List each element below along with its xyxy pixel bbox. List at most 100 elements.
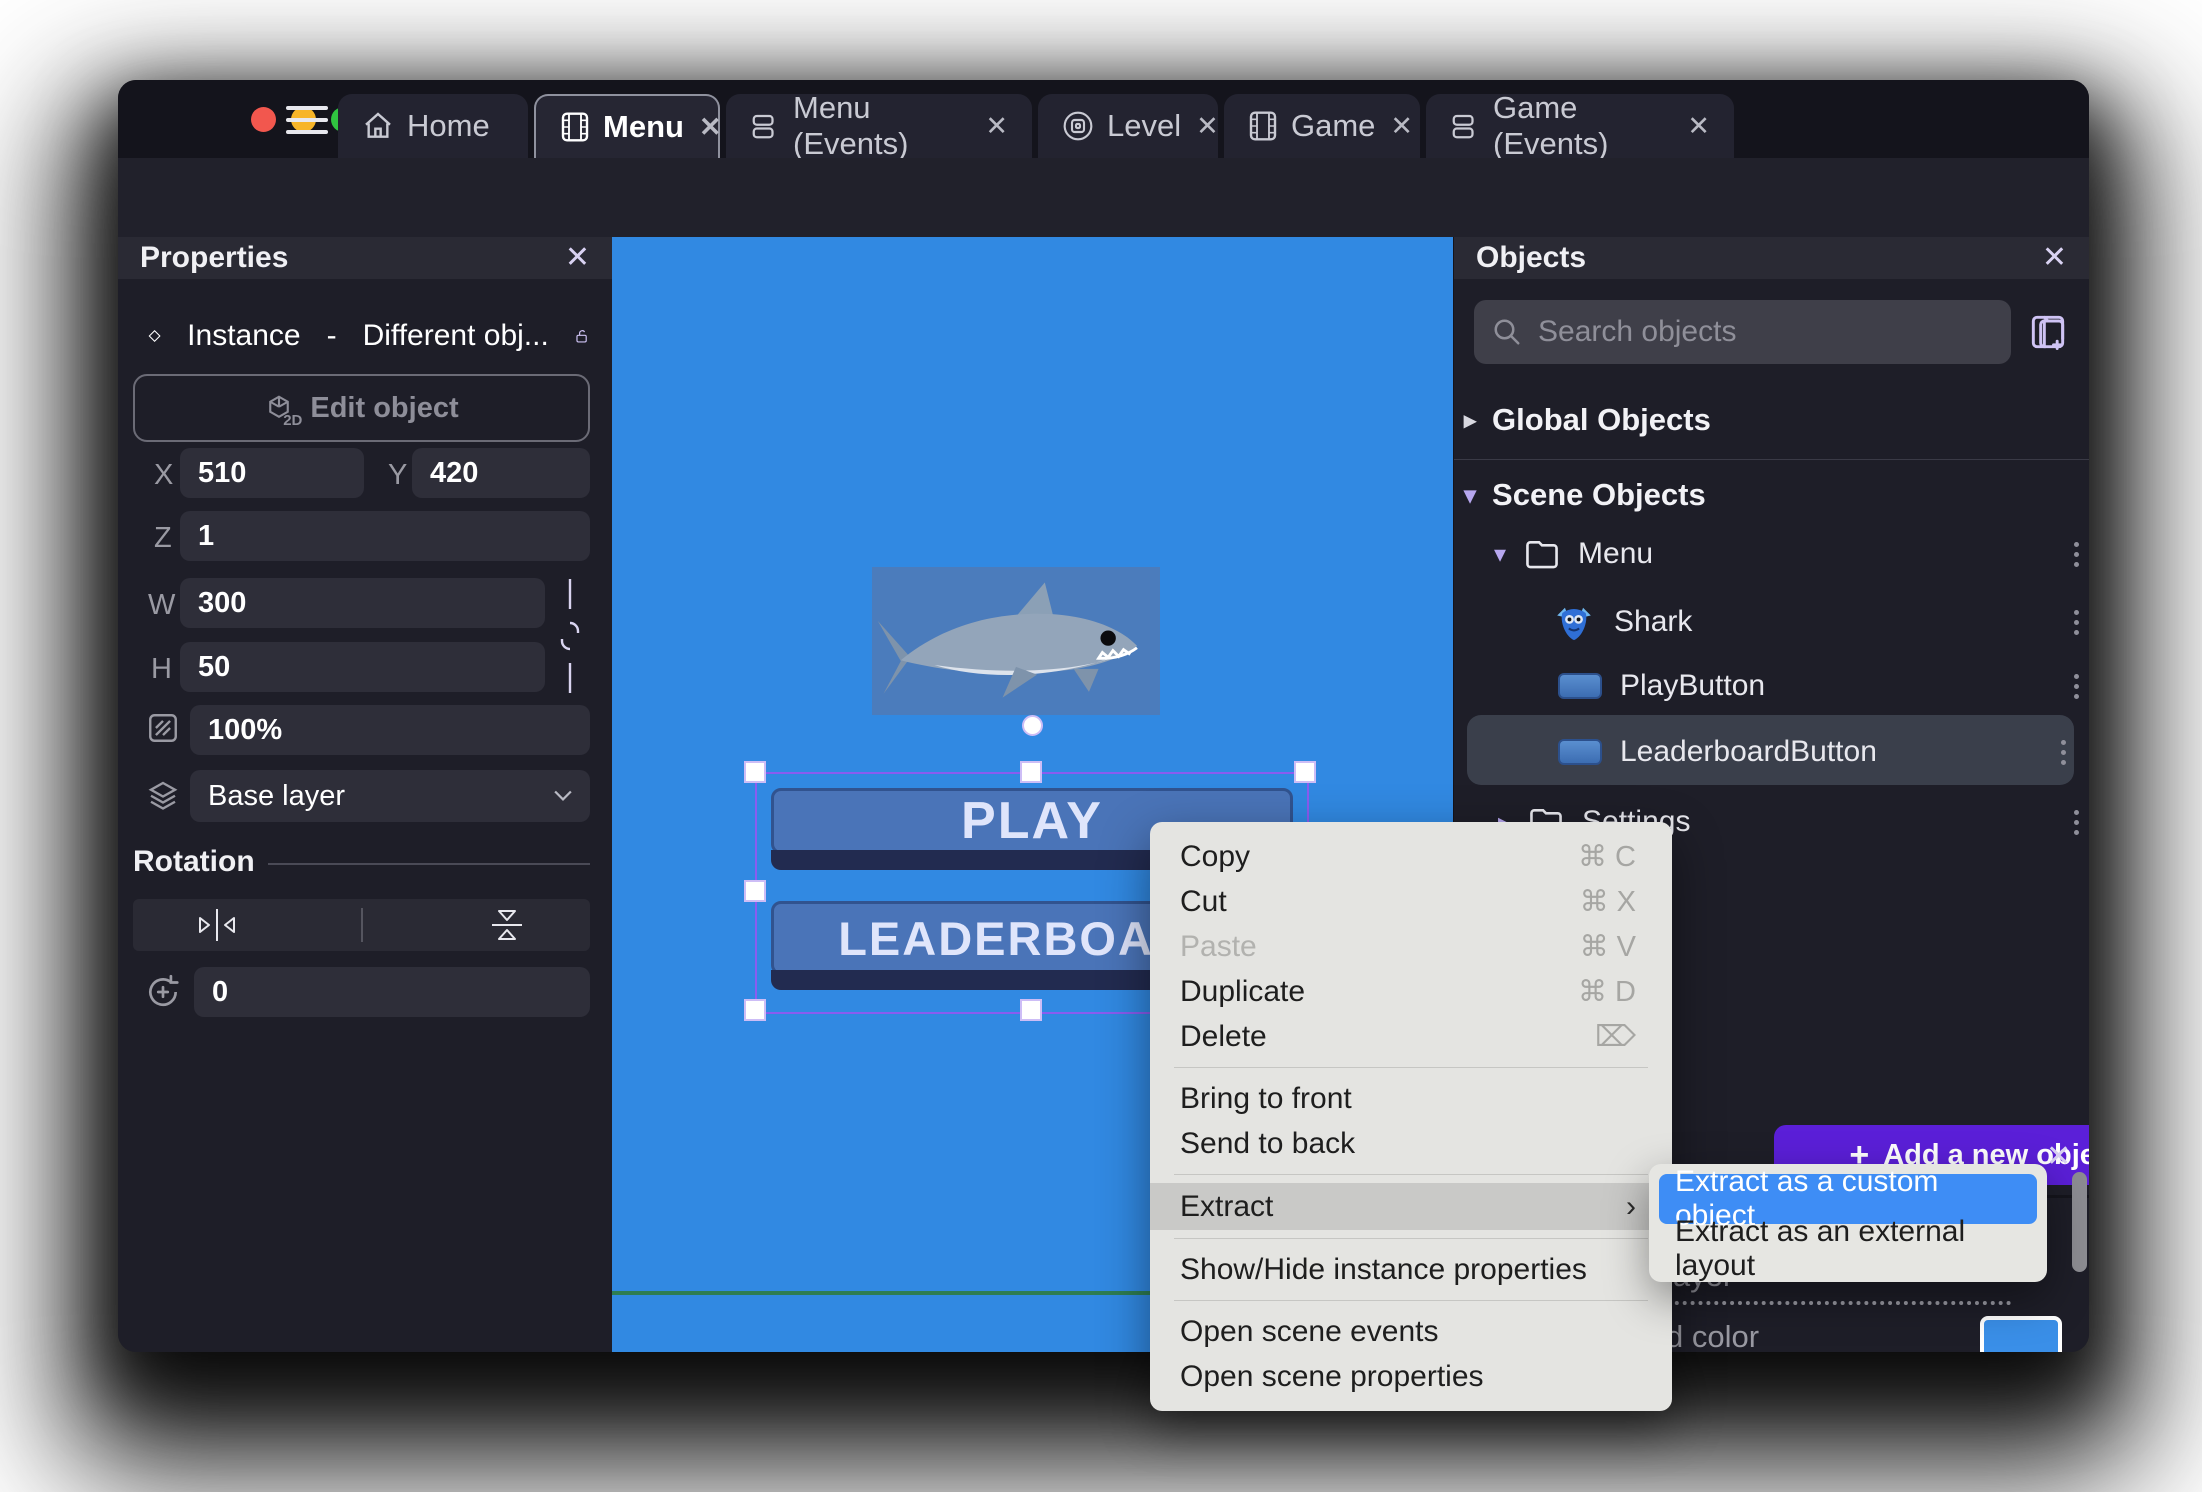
tree-row-leaderboardbutton[interactable]: LeaderboardButton xyxy=(1558,735,2066,769)
row-menu-icon[interactable] xyxy=(2074,809,2079,835)
home-icon xyxy=(362,110,394,142)
scrollbar-thumb[interactable] xyxy=(2072,1172,2087,1272)
menu-item-open-scene-events[interactable]: Open scene events xyxy=(1150,1309,1672,1354)
forward-delete-icon: ⌦ xyxy=(1594,1021,1636,1053)
tab-label: Menu xyxy=(603,109,684,144)
background-color-swatch[interactable] xyxy=(1980,1316,2062,1352)
tab-close-icon[interactable]: ✕ xyxy=(1390,111,1413,142)
shark-sprite[interactable] xyxy=(872,567,1160,715)
flip-horizontal-icon[interactable] xyxy=(194,906,240,944)
menu-item-cut[interactable]: Cut ⌘ X xyxy=(1150,879,1672,924)
edit-object-button[interactable]: 2D Edit object xyxy=(133,374,590,442)
tab-bar: Home Menu ✕ Menu (Events) ✕ Level ✕ Game… xyxy=(118,80,2089,161)
w-input[interactable] xyxy=(180,578,545,628)
menu-separator xyxy=(1174,1067,1648,1068)
menu-item-show-hide-instance-properties[interactable]: Show/Hide instance properties xyxy=(1150,1247,1672,1292)
level-icon xyxy=(1062,110,1094,142)
tab-game[interactable]: Game ✕ xyxy=(1224,94,1420,158)
tab-label: Home xyxy=(407,108,490,143)
film-icon xyxy=(1248,110,1278,142)
tree-row-menu-folder[interactable]: ▾ Menu xyxy=(1494,537,2079,571)
menu-item-delete[interactable]: Delete ⌦ xyxy=(1150,1014,1672,1059)
opacity-input[interactable] xyxy=(190,705,590,755)
layer-select[interactable]: Base layer xyxy=(190,770,590,822)
selection-handle-top-left[interactable] xyxy=(744,761,766,783)
instance-label: Instance xyxy=(187,319,301,352)
y-input[interactable] xyxy=(412,448,590,498)
tab-close-icon[interactable]: ✕ xyxy=(1687,111,1710,142)
flip-vertical-icon[interactable] xyxy=(484,906,530,944)
layer-divider xyxy=(1659,1301,2011,1305)
search-objects-field[interactable] xyxy=(1474,300,2011,364)
button-thumbnail-icon xyxy=(1558,673,1602,699)
menu-item-copy[interactable]: Copy ⌘ C xyxy=(1150,834,1672,879)
row-menu-icon[interactable] xyxy=(2061,739,2066,765)
tab-close-icon[interactable]: ✕ xyxy=(699,112,722,143)
properties-panel: Properties ✕ Instance - Different obj...… xyxy=(118,237,612,1352)
properties-close-icon[interactable]: ✕ xyxy=(565,243,590,273)
objects-close-icon[interactable]: ✕ xyxy=(2042,243,2067,273)
collapsed-triangle-icon: ▸ xyxy=(1464,406,1477,434)
row-menu-icon[interactable] xyxy=(2074,673,2079,699)
chevron-down-icon xyxy=(554,790,572,801)
bottom-panel-close-icon[interactable]: ✕ xyxy=(2046,1142,2071,1172)
tab-menu[interactable]: Menu ✕ xyxy=(534,94,722,158)
search-icon xyxy=(1494,319,1520,345)
link-dimensions-icon[interactable] xyxy=(558,577,582,695)
tab-label: Game xyxy=(1291,108,1376,143)
search-objects-input[interactable] xyxy=(1536,314,1993,350)
row-menu-icon[interactable] xyxy=(2074,609,2079,635)
tab-home[interactable]: Home xyxy=(338,94,528,158)
expanded-triangle-icon: ▾ xyxy=(1464,481,1477,509)
context-menu: Copy ⌘ C Cut ⌘ X Paste ⌘ V Duplicate ⌘ D Del… xyxy=(1150,822,1672,1411)
instance-diamond-icon xyxy=(148,329,161,343)
selection-handle-top-right[interactable] xyxy=(1294,761,1316,783)
unlock-icon[interactable] xyxy=(575,321,588,351)
selection-handle-mid-left[interactable] xyxy=(744,880,766,902)
submenu-item-extract-external-layout[interactable]: Extract as an external layout xyxy=(1659,1215,2037,1282)
menu-item-bring-to-front[interactable]: Bring to front xyxy=(1150,1076,1672,1121)
traffic-close-button[interactable] xyxy=(251,107,276,132)
z-input[interactable] xyxy=(180,511,590,561)
menu-item-open-scene-properties[interactable]: Open scene properties xyxy=(1150,1354,1672,1399)
flip-toolbar xyxy=(133,899,590,951)
row-menu-icon[interactable] xyxy=(2074,541,2079,567)
tree-row-playbutton[interactable]: PlayButton xyxy=(1558,669,2079,703)
scene-objects-group[interactable]: ▾ Scene Objects xyxy=(1464,477,1706,513)
object-2d-icon: 2D xyxy=(264,393,302,429)
menu-item-extract[interactable]: Extract › xyxy=(1150,1183,1672,1230)
rotate-handle[interactable] xyxy=(1022,715,1043,736)
menu-separator xyxy=(1174,1174,1648,1175)
main-menu-icon[interactable] xyxy=(286,106,328,134)
h-input[interactable] xyxy=(180,642,545,692)
tab-close-icon[interactable]: ✕ xyxy=(985,111,1008,142)
menu-item-send-to-back[interactable]: Send to back xyxy=(1150,1121,1672,1166)
tab-level[interactable]: Level ✕ xyxy=(1038,94,1219,158)
layer-icon xyxy=(148,781,178,810)
tab-close-icon[interactable]: ✕ xyxy=(1196,111,1219,142)
events-icon xyxy=(1450,110,1480,142)
menu-item-duplicate[interactable]: Duplicate ⌘ D xyxy=(1150,969,1672,1014)
menu-item-paste: Paste ⌘ V xyxy=(1180,929,1636,964)
film-icon xyxy=(560,111,590,143)
tab-game-events[interactable]: Game (Events) ✕ xyxy=(1426,90,1734,161)
selection-handle-bottom-center[interactable] xyxy=(1020,999,1042,1021)
selection-handle-bottom-left[interactable] xyxy=(744,999,766,1021)
submenu-arrow-icon: › xyxy=(1626,1189,1636,1223)
add-folder-icon[interactable] xyxy=(2026,309,2070,355)
x-input[interactable] xyxy=(180,448,364,498)
tab-label: Menu (Events) xyxy=(793,90,909,161)
properties-title: Properties xyxy=(140,241,289,274)
tab-menu-events[interactable]: Menu (Events) ✕ xyxy=(726,90,1032,161)
selection-handle-top-center[interactable] xyxy=(1020,761,1042,783)
rotation-input[interactable] xyxy=(194,967,590,1017)
z-label: Z xyxy=(154,522,172,554)
global-objects-group[interactable]: ▸ Global Objects xyxy=(1464,402,1711,438)
tree-row-shark[interactable]: Shark xyxy=(1552,602,2079,642)
rotation-icon xyxy=(148,974,179,1007)
folder-icon xyxy=(1526,541,1558,569)
menu-separator xyxy=(1174,1300,1648,1301)
opacity-icon xyxy=(149,714,177,742)
layer-select-value: Base layer xyxy=(208,779,346,812)
screenshot-stage: Home Menu ✕ Menu (Events) ✕ Level ✕ Game… xyxy=(0,0,2202,1492)
